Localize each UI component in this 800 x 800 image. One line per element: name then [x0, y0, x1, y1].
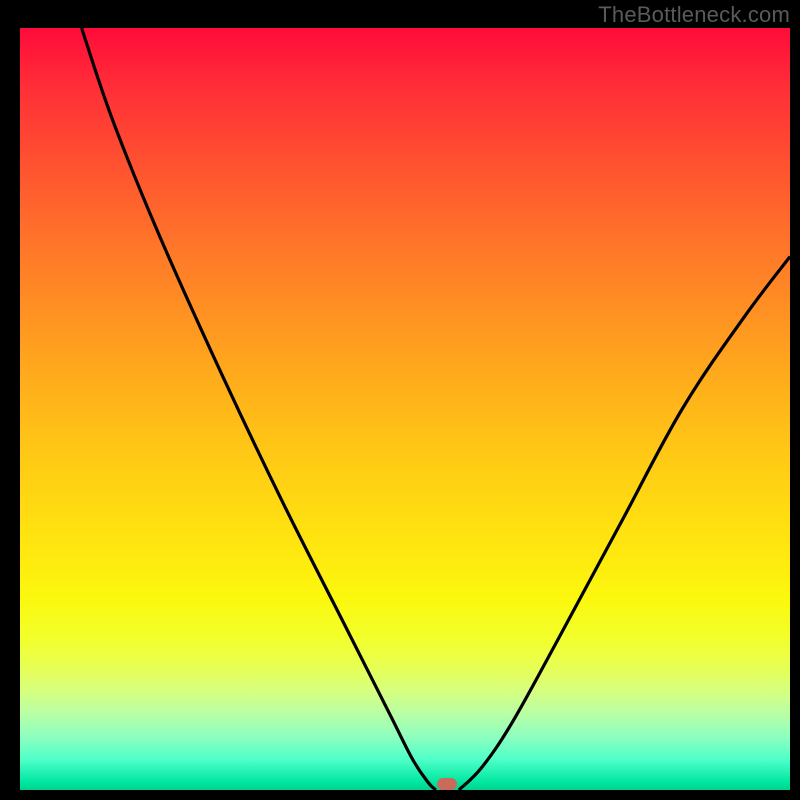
curve-right-branch [459, 257, 790, 790]
watermark-text: TheBottleneck.com [598, 2, 790, 28]
curve-left-branch [82, 28, 436, 790]
bottleneck-curve [20, 28, 790, 790]
minimum-marker [437, 778, 457, 790]
plot-area [20, 28, 790, 790]
chart-frame: TheBottleneck.com [0, 0, 800, 800]
